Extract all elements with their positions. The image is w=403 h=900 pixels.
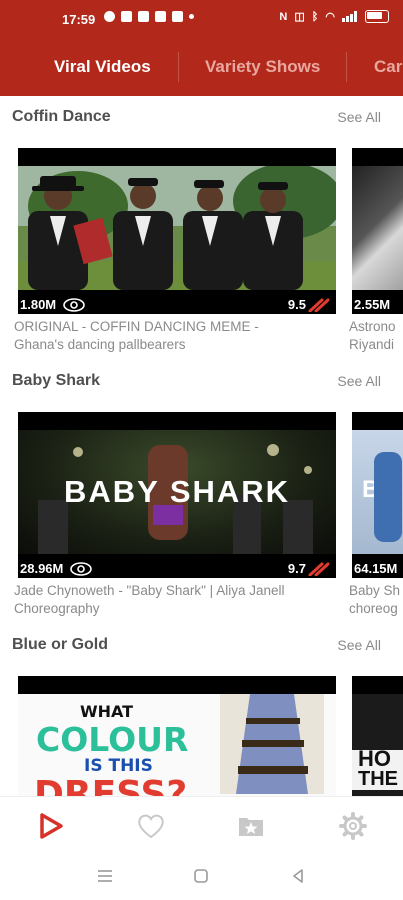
- video-title-line1[interactable]: ORIGINAL - COFFIN DANCING MEME -: [14, 318, 259, 336]
- view-count: 28.96M: [20, 561, 93, 576]
- section-title-blue-or-gold: Blue or Gold: [12, 636, 108, 653]
- video-title-line1[interactable]: Baby Sh: [349, 582, 400, 600]
- video-title-line2[interactable]: Choreography: [14, 600, 100, 618]
- see-all-button[interactable]: See All: [337, 637, 381, 653]
- eye-icon: [70, 561, 93, 576]
- video-title-line2[interactable]: Riyandi: [349, 336, 394, 354]
- category-tab-bar: Viral Videos Variety Shows Car: [0, 38, 403, 96]
- thumbnail-text-colour: COLOUR: [36, 720, 189, 759]
- app-icon: [121, 11, 132, 22]
- tab-variety-shows[interactable]: Variety Shows: [205, 57, 320, 77]
- settings-gear-icon[interactable]: [338, 811, 368, 841]
- video-title-line1[interactable]: Jade Chynoweth - "Baby Shark" | Aliya Ja…: [14, 582, 284, 600]
- video-card[interactable]: HO THE BO: [352, 676, 403, 796]
- video-card[interactable]: WHAT COLOUR IS THIS DRESS?: [18, 676, 336, 796]
- view-count-text: 64.15M: [354, 561, 398, 576]
- menu-icon[interactable]: [96, 868, 114, 884]
- video-thumbnail: [18, 166, 336, 290]
- nfc-icon: N: [279, 10, 288, 23]
- eye-icon: [63, 297, 85, 312]
- photo-icon: [155, 11, 166, 22]
- signal-icon: [342, 11, 357, 22]
- video-card[interactable]: BA 64.15M: [352, 412, 403, 578]
- video-thumbnail: WHAT COLOUR IS THIS DRESS?: [18, 694, 336, 796]
- tab-viral-videos[interactable]: Viral Videos: [54, 57, 151, 77]
- video-feed[interactable]: Coffin Dance See All 1.80M 9.5 ORIGINAL …: [0, 96, 403, 796]
- photo-icon: [172, 11, 183, 22]
- heart-icon[interactable]: [136, 811, 166, 841]
- thumbnail-text-dress: DRESS?: [34, 774, 188, 796]
- battery-icon: [365, 10, 389, 23]
- view-count: 1.80M: [20, 297, 86, 312]
- app-icon: [138, 11, 149, 22]
- status-time: 17:59: [62, 12, 96, 27]
- tab-divider: [346, 52, 347, 82]
- thumbnail-text-the: THE: [358, 768, 398, 790]
- video-card[interactable]: 2.55M: [352, 148, 403, 314]
- video-title-line2[interactable]: choreog: [349, 600, 398, 618]
- thumbnail-text-is-this: IS THIS: [84, 756, 153, 776]
- video-thumbnail: BA: [352, 430, 403, 554]
- tab-car[interactable]: Car: [374, 57, 402, 77]
- section-title-baby-shark: Baby Shark: [12, 372, 101, 389]
- status-bar: 17:59 N ◫ ᛒ ◠: [0, 0, 403, 38]
- rating-score: 9.5: [287, 297, 306, 312]
- see-all-button[interactable]: See All: [337, 373, 381, 389]
- dancer-figure: [374, 452, 402, 542]
- section-title-coffin-dance: Coffin Dance: [12, 108, 111, 125]
- bottom-navigation: [0, 796, 403, 855]
- video-title-line2[interactable]: Ghana's dancing pallbearers: [14, 336, 185, 354]
- notification-icon: [104, 11, 115, 22]
- view-count-text: 28.96M: [20, 561, 64, 576]
- rating-flame-icon: [308, 562, 330, 576]
- video-card[interactable]: BABY SHARK 28.96M 9.7: [18, 412, 336, 578]
- see-all-button[interactable]: See All: [337, 109, 381, 125]
- status-notification-icons: [104, 11, 194, 22]
- status-system-icons: N ◫ ᛒ ◠: [279, 10, 389, 23]
- view-count-text: 2.55M: [354, 297, 391, 312]
- video-card[interactable]: 1.80M 9.5: [18, 148, 336, 314]
- system-navigation-bar: [0, 854, 403, 900]
- video-title-line1[interactable]: Astrono: [349, 318, 396, 336]
- view-count: 2.55M: [354, 297, 390, 312]
- back-icon[interactable]: [290, 868, 306, 884]
- wifi-icon: ◠: [325, 11, 335, 23]
- thumbnail-text-what: WHAT: [80, 702, 134, 721]
- dress-image: [220, 694, 324, 794]
- play-icon[interactable]: [36, 811, 66, 841]
- view-count: 64.15M: [354, 561, 397, 576]
- thumbnail-title-text: BABY SHARK: [63, 474, 291, 509]
- favorites-folder-icon[interactable]: [236, 811, 266, 841]
- video-thumbnail: BABY SHARK: [18, 430, 336, 554]
- tab-divider: [178, 52, 179, 82]
- coffin-dance-thumbnail-art: [18, 166, 336, 290]
- view-count-text: 1.80M: [20, 297, 57, 312]
- dot-icon: [189, 14, 194, 19]
- home-icon[interactable]: [193, 868, 209, 884]
- rating-flame-icon: [308, 298, 330, 312]
- bluetooth-icon: ᛒ: [311, 10, 319, 23]
- video-thumbnail: HO THE BO: [352, 694, 403, 796]
- vibrate-icon: ◫: [294, 11, 305, 23]
- video-thumbnail: [352, 166, 403, 290]
- rating-score: 9.7: [287, 561, 306, 576]
